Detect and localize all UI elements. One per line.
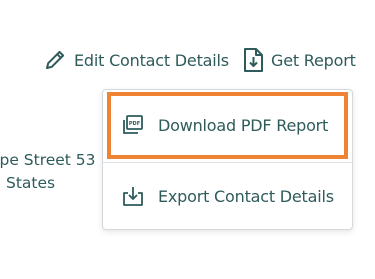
export-icon: [122, 185, 144, 207]
address-line-1: ope Street 53: [0, 151, 96, 169]
svg-text:PDF: PDF: [129, 121, 140, 127]
download-pdf-label: Download PDF Report: [158, 115, 329, 135]
report-dropdown-menu: PDF Download PDF Report Export Contact D…: [102, 89, 353, 230]
edit-contact-label: Edit Contact Details: [74, 50, 229, 70]
pdf-icon: PDF: [122, 115, 144, 135]
menu-divider: [103, 162, 352, 163]
edit-contact-button[interactable]: Edit Contact Details: [43, 44, 229, 76]
file-download-icon: [242, 47, 264, 73]
contact-address: ope Street 53 States: [0, 149, 102, 195]
address-line-2: States: [6, 174, 56, 192]
get-report-button[interactable]: Get Report: [242, 44, 356, 76]
toolbar: Edit Contact Details Get Report: [0, 44, 375, 76]
pencil-icon: [43, 48, 67, 72]
get-report-label: Get Report: [271, 50, 356, 70]
export-contact-details-item[interactable]: Export Contact Details: [103, 175, 352, 217]
download-pdf-report-item[interactable]: PDF Download PDF Report: [103, 104, 352, 146]
export-contact-label: Export Contact Details: [158, 186, 334, 206]
